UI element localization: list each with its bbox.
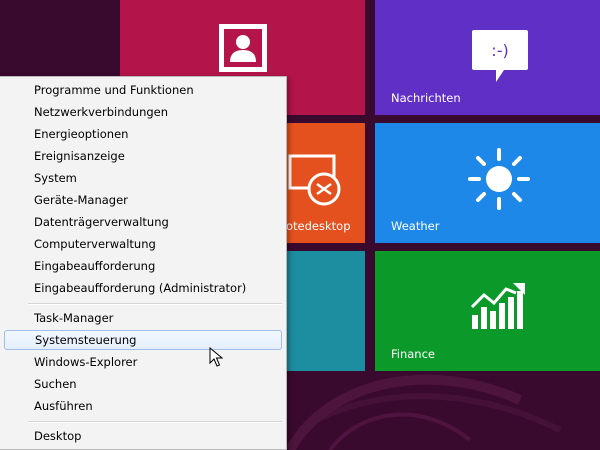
sun-icon <box>468 148 530 210</box>
menu-item-run[interactable]: Ausführen <box>4 396 282 416</box>
mouse-pointer-icon <box>209 347 223 367</box>
menu-item-windows-explorer[interactable]: Windows-Explorer <box>4 352 282 372</box>
messages-icon-text: :-) <box>491 41 508 60</box>
menu-item-command-prompt[interactable]: Eingabeaufforderung <box>4 256 282 276</box>
messages-tile[interactable]: :-) Nachrichten <box>375 0 600 115</box>
menu-item-task-manager[interactable]: Task-Manager <box>4 308 282 328</box>
menu-item-desktop[interactable]: Desktop <box>4 426 282 446</box>
finance-tile-label: Finance <box>391 347 435 361</box>
chat-bubble-smiley-icon: :-) <box>472 30 528 82</box>
menu-item-search[interactable]: Suchen <box>4 374 282 394</box>
finance-chart-icon <box>470 283 525 329</box>
weather-tile[interactable]: Weather <box>375 123 600 243</box>
person-icon <box>219 24 267 72</box>
finance-tile[interactable]: Finance <box>375 251 600 371</box>
remote-desktop-tile-label: otedesktop <box>286 219 351 233</box>
menu-item-event-viewer[interactable]: Ereignisanzeige <box>4 146 282 166</box>
weather-tile-label: Weather <box>391 219 440 233</box>
menu-item-network-connections[interactable]: Netzwerkverbindungen <box>4 102 282 122</box>
menu-item-command-prompt-admin[interactable]: Eingabeaufforderung (Administrator) <box>4 278 282 298</box>
menu-item-programs-features[interactable]: Programme und Funktionen <box>4 80 282 100</box>
menu-separator <box>28 421 282 423</box>
power-user-context-menu: Programme und Funktionen Netzwerkverbind… <box>0 76 287 450</box>
remote-desktop-icon <box>288 154 341 206</box>
menu-item-disk-management[interactable]: Datenträgerverwaltung <box>4 212 282 232</box>
menu-item-power-options[interactable]: Energieoptionen <box>4 124 282 144</box>
menu-item-device-manager[interactable]: Geräte-Manager <box>4 190 282 210</box>
menu-separator <box>28 303 282 305</box>
messages-tile-label: Nachrichten <box>391 91 461 105</box>
menu-item-system[interactable]: System <box>4 168 282 188</box>
menu-item-computer-management[interactable]: Computerverwaltung <box>4 234 282 254</box>
menu-item-control-panel[interactable]: Systemsteuerung <box>4 330 282 350</box>
